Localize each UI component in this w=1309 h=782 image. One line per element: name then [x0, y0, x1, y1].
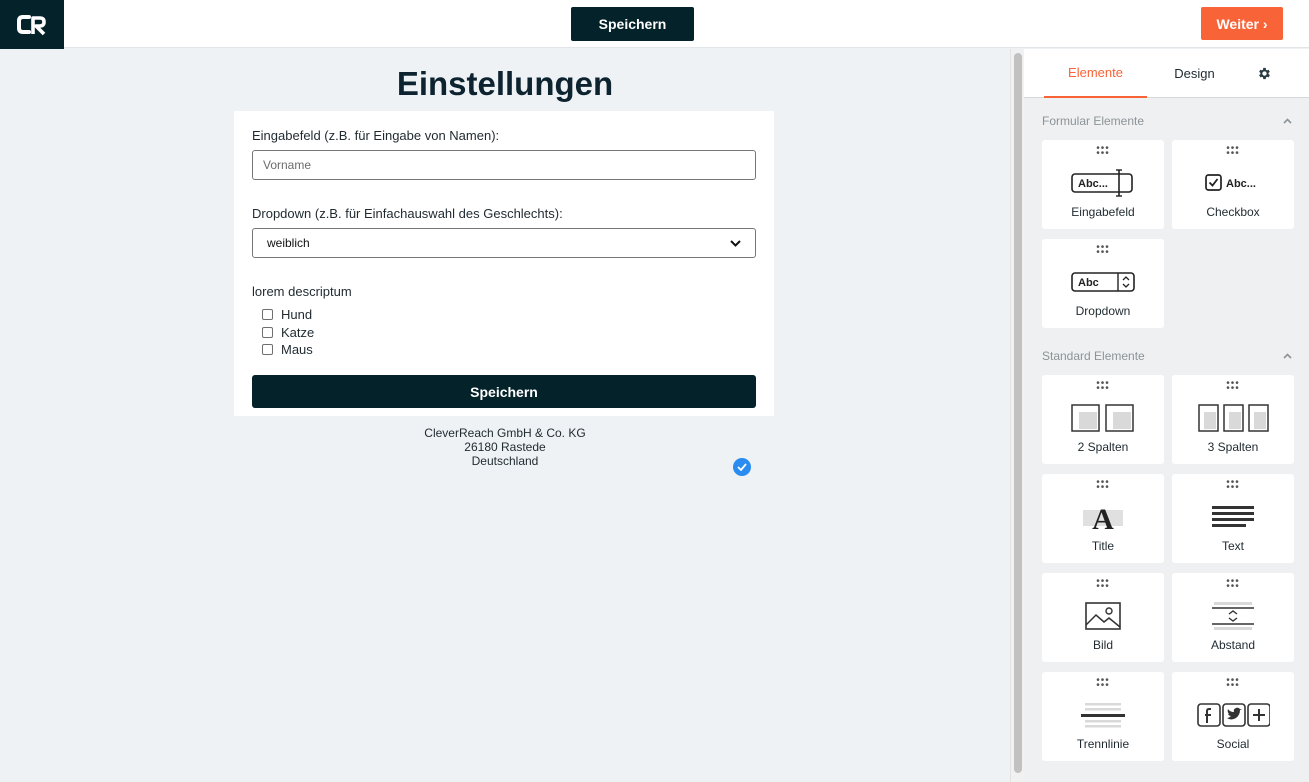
section-standard-elemente[interactable]: Standard Elemente	[1042, 349, 1292, 363]
checkbox-group-label: lorem descriptum	[252, 284, 352, 299]
drag-handle-icon[interactable]: ••• •••	[1172, 478, 1294, 493]
dropdown-icon: Abc	[1042, 267, 1164, 297]
title-icon: A	[1042, 502, 1164, 532]
tile-label: Title	[1091, 539, 1115, 553]
editor-canvas: Einstellungen Eingabefeld (z.B. für Eing…	[0, 49, 1010, 782]
footer-city: 26180 Rastede	[464, 440, 546, 454]
tile-label: Bild	[1092, 638, 1113, 652]
image-icon	[1042, 601, 1164, 631]
logo-icon	[17, 14, 46, 35]
tile-label: Trennlinie	[1076, 737, 1130, 751]
checkbox-label: Katze	[281, 325, 315, 340]
tile-label: Abstand	[1210, 638, 1256, 652]
checkmark-icon	[737, 463, 747, 471]
checkbox[interactable]	[262, 327, 273, 338]
form-save-button[interactable]: Speichern	[252, 375, 756, 408]
checkbox-icon: Abc...	[1172, 168, 1294, 198]
drag-handle-icon[interactable]: ••• •••	[1042, 478, 1164, 493]
divider-icon	[1042, 700, 1164, 730]
section-formular-elemente[interactable]: Formular Elemente	[1042, 114, 1292, 128]
checkbox-option-hund[interactable]: Hund	[262, 307, 312, 322]
element-tile-text[interactable]: ••• ••• Text	[1172, 474, 1294, 563]
checkbox[interactable]	[262, 344, 273, 355]
element-tile-bild[interactable]: ••• ••• Bild	[1042, 573, 1164, 662]
checkbox-label: Hund	[281, 307, 313, 322]
svg-text:Abc...: Abc...	[1078, 178, 1108, 190]
firstname-input[interactable]	[252, 150, 756, 180]
element-tile-title[interactable]: ••• ••• A Title	[1042, 474, 1164, 563]
checkbox[interactable]	[262, 309, 273, 320]
text-icon	[1172, 502, 1294, 532]
tab-design[interactable]: Design	[1147, 49, 1242, 98]
top-bar: Speichern Weiter ›	[0, 0, 1309, 49]
drag-handle-icon[interactable]: ••• •••	[1042, 144, 1164, 159]
next-button[interactable]: Weiter ›	[1201, 7, 1283, 40]
sidebar-tabs: Elemente Design	[1024, 49, 1309, 98]
drag-handle-icon[interactable]: ••• •••	[1172, 676, 1294, 691]
element-tile-checkbox[interactable]: ••• ••• Abc... Checkbox	[1172, 140, 1294, 229]
section-title: Formular Elemente	[1042, 114, 1145, 128]
top-save-button[interactable]: Speichern	[571, 7, 694, 41]
tile-label: 3 Spalten	[1207, 440, 1259, 454]
tile-label: Eingabefeld	[1071, 205, 1135, 219]
svg-text:Abc...: Abc...	[1226, 178, 1256, 190]
element-tile-3-spalten[interactable]: ••• ••• 3 Spalten	[1172, 375, 1294, 464]
drag-handle-icon[interactable]: ••• •••	[1172, 144, 1294, 159]
verified-check-icon[interactable]	[733, 458, 751, 476]
chevron-down-icon	[730, 239, 741, 247]
tile-label: Social	[1216, 737, 1250, 751]
input-field-label: Eingabefeld (z.B. für Eingabe von Namen)…	[252, 128, 500, 143]
tab-elemente[interactable]: Elemente	[1044, 49, 1147, 98]
dropdown-label: Dropdown (z.B. für Einfachauswahl des Ge…	[252, 206, 563, 221]
chevron-up-icon[interactable]	[1283, 353, 1292, 359]
element-tile-trennlinie[interactable]: ••• ••• Trennlinie	[1042, 672, 1164, 761]
svg-text:A: A	[1092, 503, 1114, 532]
element-tile-social[interactable]: ••• ••• Social	[1172, 672, 1294, 761]
dropdown-value: weiblich	[267, 236, 310, 250]
element-tile-eingabefeld[interactable]: ••• ••• Abc... Eingabefeld	[1042, 140, 1164, 229]
element-tile-dropdown[interactable]: ••• ••• Abc Dropdown	[1042, 239, 1164, 328]
elements-sidebar: Elemente Design Formular Elemente ••• ••…	[1024, 49, 1309, 782]
section-title: Standard Elemente	[1042, 349, 1145, 363]
cleverreach-logo[interactable]	[0, 0, 64, 49]
form-card[interactable]: Eingabefeld (z.B. für Eingabe von Namen)…	[234, 111, 774, 416]
drag-handle-icon[interactable]: ••• •••	[1042, 243, 1164, 258]
social-icons	[1172, 700, 1294, 730]
footer-country: Deutschland	[471, 454, 539, 468]
drag-handle-icon[interactable]: ••• •••	[1042, 577, 1164, 592]
drag-handle-icon[interactable]: ••• •••	[1042, 379, 1164, 394]
scrollbar-thumb[interactable]	[1014, 53, 1022, 773]
footer-company: CleverReach GmbH & Co. KG	[424, 426, 586, 440]
element-tile-2-spalten[interactable]: ••• ••• 2 Spalten	[1042, 375, 1164, 464]
checkbox-label: Maus	[281, 342, 313, 357]
chevron-up-icon[interactable]	[1283, 118, 1292, 124]
input-field-icon: Abc...	[1042, 168, 1164, 198]
spacing-icon	[1172, 601, 1294, 631]
tab-settings[interactable]	[1246, 49, 1282, 98]
three-columns-icon	[1172, 403, 1294, 433]
drag-handle-icon[interactable]: ••• •••	[1172, 577, 1294, 592]
gender-dropdown[interactable]: weiblich	[252, 228, 756, 258]
checkbox-option-katze[interactable]: Katze	[262, 325, 314, 340]
checkbox-option-maus[interactable]: Maus	[262, 342, 313, 357]
gear-icon	[1258, 67, 1270, 80]
canvas-scrollbar[interactable]	[1010, 49, 1024, 782]
tile-label: 2 Spalten	[1077, 440, 1129, 454]
two-columns-icon	[1042, 403, 1164, 433]
tile-label: Dropdown	[1075, 304, 1131, 318]
element-tile-abstand[interactable]: ••• ••• Abstand	[1172, 573, 1294, 662]
tile-label: Text	[1221, 539, 1244, 553]
page-title[interactable]: Einstellungen	[0, 65, 1010, 103]
drag-handle-icon[interactable]: ••• •••	[1172, 379, 1294, 394]
tile-label: Checkbox	[1206, 205, 1260, 219]
svg-text:Abc: Abc	[1078, 277, 1099, 289]
drag-handle-icon[interactable]: ••• •••	[1042, 676, 1164, 691]
